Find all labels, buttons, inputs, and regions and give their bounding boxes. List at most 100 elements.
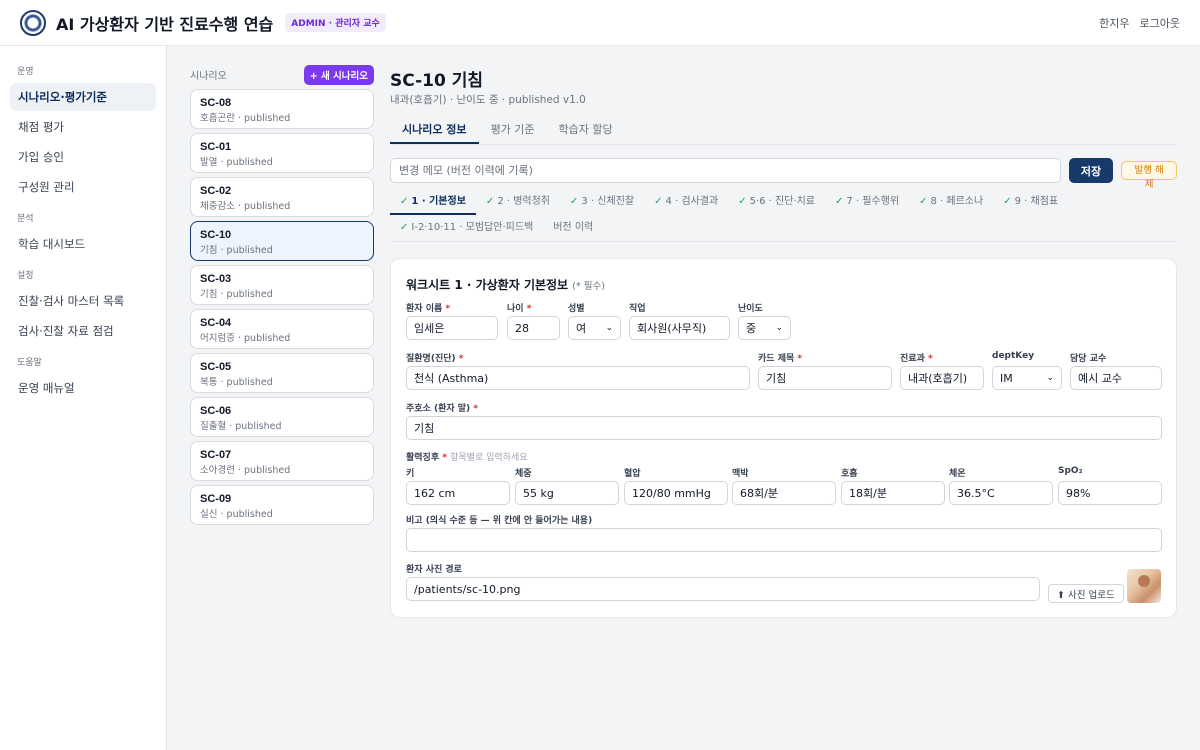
scenario-sub: 기침 · published [200, 289, 273, 300]
scenario-code: SC-07 [200, 449, 232, 461]
ws-tab-scoring-sheet[interactable]: ✓ 9 · 채점표 [993, 189, 1068, 215]
remarks-input[interactable] [406, 528, 1162, 552]
ws-tab-basic-info[interactable]: ✓ 1 · 기본정보 [390, 189, 476, 215]
scenario-code: SC-10 [200, 229, 232, 241]
main-panel: SC-10 기침 내과(호흡기) · 난이도 중 · published v1.… [390, 66, 1177, 242]
vital-resp-input[interactable]: 18회/분 [841, 481, 945, 505]
vitals-heading: 활력징후 * 항목별로 입력하세요 [406, 453, 528, 463]
sidebar-item-data-check[interactable]: 검사·진찰 자료 점검 [10, 317, 156, 345]
scenario-sub: 호흡곤란 · published [200, 113, 291, 124]
check-icon: ✓ [400, 222, 409, 233]
ws-tab-model-answer[interactable]: ✓ I-2·10·11 · 모범답안·피드백 [390, 215, 543, 241]
scenario-sub: 체중감소 · published [200, 201, 291, 212]
app-title: AI 가상환자 기반 진료수행 연습 [56, 14, 274, 34]
logout-link[interactable]: 로그아웃 [1140, 15, 1180, 31]
ws-tab-test-results[interactable]: ✓ 4 · 검사결과 [644, 189, 728, 215]
ws-tab-history[interactable]: ✓ 2 · 병력청취 [476, 189, 560, 215]
worksheet-tabs: ✓ 1 · 기본정보 ✓ 2 · 병력청취 ✓ 3 · 신체진찰 ✓ 4 · 검사결과 … [390, 189, 1177, 242]
vital-temp-input[interactable]: 36.5°C [949, 481, 1053, 505]
sidebar-item-scenarios[interactable]: 시나리오·평가기준 [10, 83, 156, 111]
scenario-sub: 질출혈 · published [200, 421, 282, 432]
age-input[interactable]: 28 [507, 316, 560, 340]
scenario-card-selected[interactable]: SC-10 기침 · published [190, 221, 374, 261]
new-scenario-button[interactable]: + 새 시나리오 [303, 64, 374, 85]
card-title-group: 카드 제목 * 기침 [758, 351, 892, 390]
sex-select[interactable]: 여 ⌄ [568, 316, 621, 340]
scenario-sub: 복통 · published [200, 377, 273, 388]
vital-resp-group: 호흡 18회/분 [841, 466, 945, 505]
vital-pulse-group: 맥박 68회/분 [732, 466, 836, 505]
scenario-card[interactable]: SC-08 호흡곤란 · published [190, 89, 374, 129]
scenario-card[interactable]: SC-06 질출혈 · published [190, 397, 374, 437]
difficulty-select[interactable]: 중 ⌄ [738, 316, 791, 340]
ws-tab-required-actions[interactable]: ✓ 7 · 필수행위 [825, 189, 909, 215]
tab-evaluation-criteria[interactable]: 평가 기준 [479, 119, 547, 144]
nav-section-operation: 운영 [17, 67, 34, 77]
patient-name-input[interactable]: 임세은 [406, 316, 498, 340]
sidebar-item-master-list[interactable]: 진찰·검사 마스터 목록 [10, 287, 156, 315]
chief-complaint-group: 주호소 (환자 말) * 기침 [406, 401, 1162, 440]
vital-bp-group: 혈압 120/80 mmHg [624, 466, 728, 505]
upload-photo-button[interactable]: ⬆ 사진 업로드 [1048, 584, 1124, 603]
scenario-card[interactable]: SC-07 소아경련 · published [190, 441, 374, 481]
nav-section-help: 도움말 [17, 358, 42, 368]
professor-group: 담당 교수 예시 교수 [1070, 351, 1162, 390]
department-input[interactable]: 내과(호흡기) [900, 366, 984, 390]
vital-pulse-input[interactable]: 68회/분 [732, 481, 836, 505]
vital-height-input[interactable]: 162 cm [406, 481, 510, 505]
scenario-card[interactable]: SC-09 실신 · published [190, 485, 374, 525]
ws-tab-persona[interactable]: ✓ 8 · 페르소나 [909, 189, 993, 215]
sidebar-item-signup-approval[interactable]: 가입 승인 [10, 143, 156, 171]
tab-learner-assignment[interactable]: 학습자 할당 [547, 119, 625, 144]
professor-input[interactable]: 예시 교수 [1070, 366, 1162, 390]
scenario-card[interactable]: SC-02 체중감소 · published [190, 177, 374, 217]
scenario-code: SC-02 [200, 185, 232, 197]
ws-tab-version-history[interactable]: 버전 이력 [543, 215, 603, 241]
dept-key-select[interactable]: IM ⌄ [992, 366, 1062, 390]
scenario-sub: 어지럼증 · published [200, 333, 291, 344]
diagnosis-group: 질환명(진단) * 천식 (Asthma) [406, 351, 750, 390]
card-title-input[interactable]: 기침 [758, 366, 892, 390]
scenario-list-title: 시나리오 [190, 71, 227, 82]
change-memo-input[interactable] [390, 158, 1061, 183]
scenario-card[interactable]: SC-01 발열 · published [190, 133, 374, 173]
check-icon: ✓ [654, 196, 663, 207]
page-subtitle: 내과(호흡기) · 난이도 중 · published v1.0 [390, 94, 586, 106]
chief-complaint-input[interactable]: 기침 [406, 416, 1162, 440]
sidebar: 운영 시나리오·평가기준 채점 평가 가입 승인 구성원 관리 분석 학습 대시… [0, 46, 167, 750]
ws-tab-diagnosis-treatment[interactable]: ✓ 5·6 · 진단·치료 [728, 189, 825, 215]
job-input[interactable]: 회사원(사무직) [629, 316, 730, 340]
age-group: 나이 * 28 [507, 301, 560, 340]
sidebar-item-dashboard[interactable]: 학습 대시보드 [10, 230, 156, 258]
tab-scenario-info[interactable]: 시나리오 정보 [390, 119, 479, 144]
vital-weight-input[interactable]: 55 kg [515, 481, 619, 505]
sidebar-item-manual[interactable]: 운영 매뉴얼 [10, 374, 156, 402]
save-button[interactable]: 저장 [1068, 158, 1114, 183]
user-name[interactable]: 한지우 [1099, 15, 1129, 31]
page-title: SC-10 기침 [390, 71, 484, 91]
scenario-card[interactable]: SC-03 기침 · published [190, 265, 374, 305]
department-group: 진료과 * 내과(호흡기) [900, 351, 984, 390]
scenario-card[interactable]: SC-04 어지럼증 · published [190, 309, 374, 349]
dept-key-group: deptKey IM ⌄ [992, 351, 1062, 390]
ws-tab-physical-exam[interactable]: ✓ 3 · 신체진찰 [560, 189, 644, 215]
nav-section-settings: 설정 [17, 271, 34, 281]
patient-photo-thumbnail [1127, 569, 1161, 603]
photo-path-input[interactable]: /patients/sc-10.png [406, 577, 1040, 601]
diagnosis-input[interactable]: 천식 (Asthma) [406, 366, 750, 390]
vital-height-group: 키 162 cm [406, 466, 510, 505]
sidebar-item-grading[interactable]: 채점 평가 [10, 113, 156, 141]
nav-section-analysis: 분석 [17, 214, 34, 224]
unpublish-button[interactable]: 발행 해제 [1121, 161, 1177, 190]
vital-bp-input[interactable]: 120/80 mmHg [624, 481, 728, 505]
vital-spo2-group: SpO₂ 98% [1058, 466, 1162, 505]
sidebar-item-members[interactable]: 구성원 관리 [10, 173, 156, 201]
vital-spo2-input[interactable]: 98% [1058, 481, 1162, 505]
scenario-card[interactable]: SC-05 복통 · published [190, 353, 374, 393]
check-icon: ✓ [1003, 196, 1012, 207]
chevron-down-icon: ⌄ [1046, 373, 1054, 383]
job-group: 직업 회사원(사무직) [629, 301, 730, 340]
university-logo [20, 9, 46, 36]
photo-path-group: 환자 사진 경로 /patients/sc-10.png [406, 562, 1040, 601]
check-icon: ✓ [400, 196, 409, 207]
